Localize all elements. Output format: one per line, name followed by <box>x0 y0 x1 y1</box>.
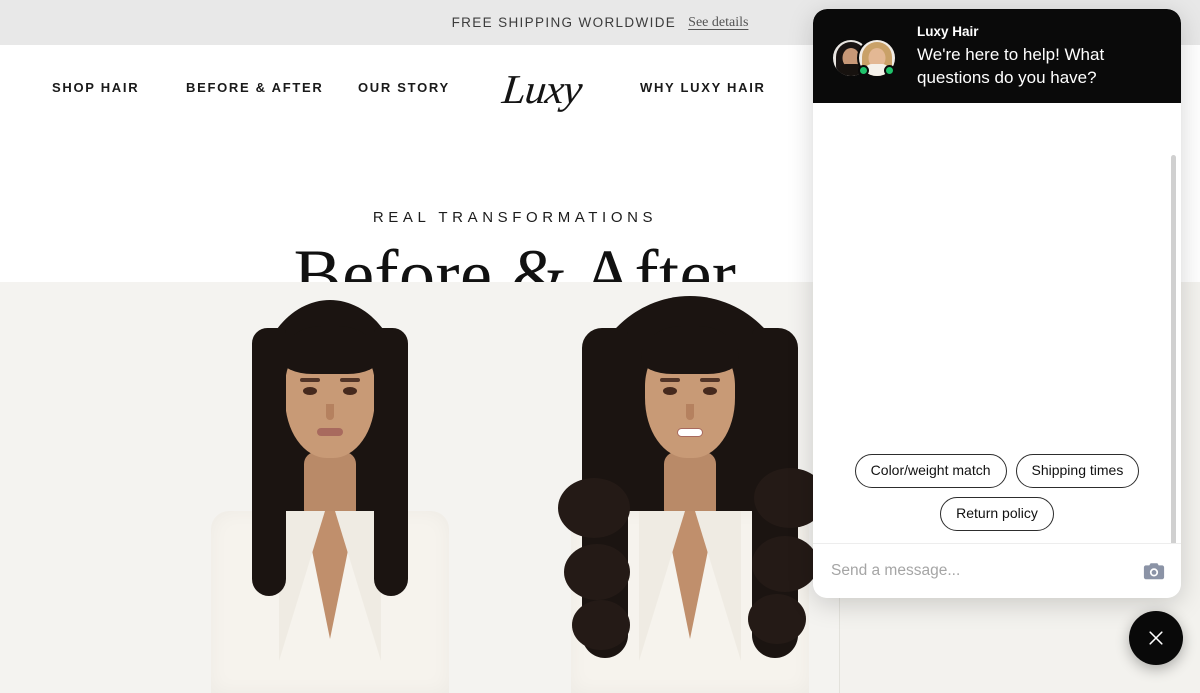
logo-wordmark: Luxy <box>500 66 584 112</box>
chat-greeting-message: We're here to help! What questions do yo… <box>917 45 1105 87</box>
eyebrow-left <box>300 378 320 382</box>
eyebrow-right <box>340 378 360 382</box>
hair-wave <box>572 600 630 650</box>
nav-item-before-after[interactable]: BEFORE & AFTER <box>186 78 323 97</box>
eyebrow-left <box>660 378 680 382</box>
lapel-left <box>639 511 685 661</box>
nav-item-our-story[interactable]: OUR STORY <box>358 78 450 97</box>
hair-front-left <box>252 328 286 596</box>
mouth <box>317 428 343 436</box>
quick-reply-color-weight-match[interactable]: Color/weight match <box>854 454 1007 488</box>
page-root: FREE SHIPPING WORLDWIDE See details SHOP… <box>0 0 1200 693</box>
eye-right <box>703 387 717 395</box>
hair-wave <box>748 594 806 644</box>
hair-fringe <box>281 326 379 374</box>
quick-reply-list: Color/weight match Shipping times Return… <box>813 454 1181 531</box>
chat-widget: Luxy Hair We're here to help! What quest… <box>813 9 1181 598</box>
message-input[interactable] <box>831 562 1141 580</box>
chat-header: Luxy Hair We're here to help! What quest… <box>813 9 1181 103</box>
lapel-right <box>695 511 741 661</box>
camera-icon[interactable] <box>1141 559 1167 583</box>
chat-input-row <box>813 543 1181 598</box>
before-after-photo <box>0 282 840 693</box>
hair-front-right <box>374 328 408 596</box>
eye-right <box>343 387 357 395</box>
eyebrow-right <box>700 378 720 382</box>
online-status-dot <box>858 65 869 76</box>
nose <box>326 404 334 420</box>
close-icon <box>1149 631 1163 645</box>
agent-avatars <box>831 32 905 80</box>
see-details-link[interactable]: See details <box>688 15 748 31</box>
chat-brand-name: Luxy Hair <box>917 24 979 39</box>
hair-fringe <box>641 326 739 374</box>
eye-left <box>303 387 317 395</box>
hair-wave <box>564 544 630 600</box>
online-status-dot <box>884 65 895 76</box>
chat-header-text: Luxy Hair We're here to help! What quest… <box>917 23 1165 89</box>
quick-reply-return-policy[interactable]: Return policy <box>940 497 1054 531</box>
eye-left <box>663 387 677 395</box>
chat-close-button[interactable] <box>1129 611 1183 665</box>
quick-reply-shipping-times[interactable]: Shipping times <box>1015 454 1140 488</box>
chat-message-list: Color/weight match Shipping times Return… <box>813 103 1181 543</box>
announcement-text: FREE SHIPPING WORLDWIDE <box>451 15 677 30</box>
model-after <box>540 282 840 693</box>
luxy-logo[interactable]: Luxy <box>487 64 597 114</box>
mouth <box>677 428 703 437</box>
nav-item-shop-hair[interactable]: SHOP HAIR <box>52 78 139 97</box>
nav-item-why-luxy-hair[interactable]: WHY LUXY HAIR <box>640 78 766 97</box>
nose <box>686 404 694 420</box>
hair-wave <box>752 536 818 592</box>
blazer <box>211 511 449 693</box>
model-before <box>180 282 480 693</box>
hair-wave <box>558 478 630 538</box>
